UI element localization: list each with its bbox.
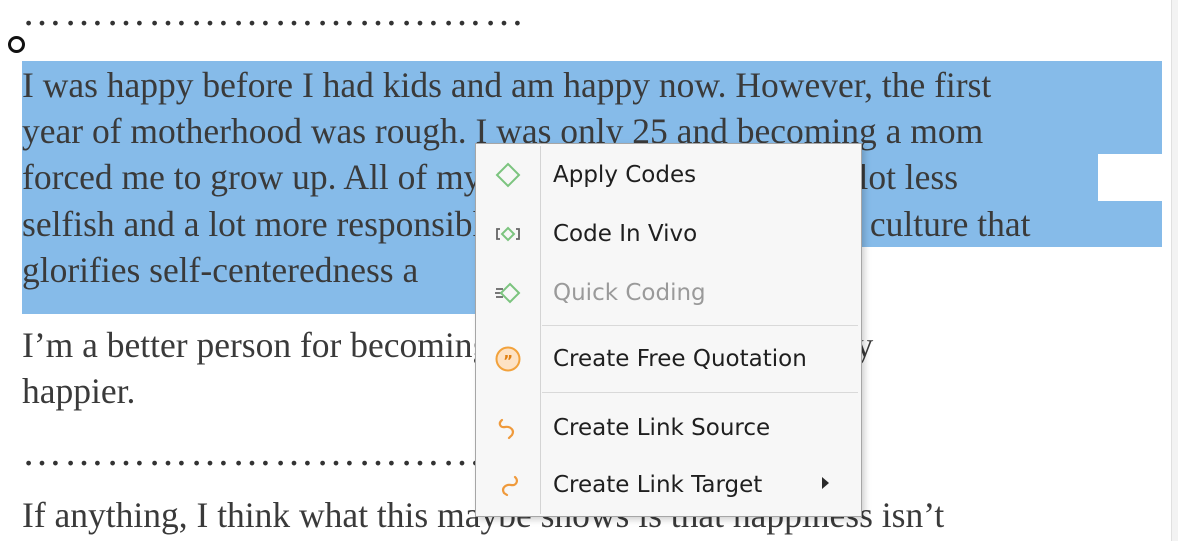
submenu-arrow-icon	[822, 477, 829, 489]
svg-text:”: ”	[503, 352, 513, 370]
paragraph2-line[interactable]: happier.	[22, 368, 135, 414]
menu-item-create-free-quotation[interactable]: ” Create Free Quotation	[476, 334, 861, 384]
quotation-marker-icon[interactable]	[8, 36, 25, 53]
menu-item-code-in-vivo[interactable]: Code In Vivo	[476, 209, 861, 259]
paragraph1-line[interactable]: I was happy before I had kids and am hap…	[22, 62, 991, 108]
menu-item-label: Quick Coding	[553, 280, 706, 306]
document-scrollbar-track[interactable]	[1172, 0, 1178, 541]
quick-coding-icon	[494, 279, 522, 307]
code-in-vivo-icon	[494, 220, 522, 248]
link-target-icon	[494, 471, 522, 499]
menu-item-label: Apply Codes	[553, 162, 697, 188]
menu-item-label: Create Free Quotation	[553, 346, 807, 372]
dotted-separator: ………………………………	[22, 0, 526, 34]
context-menu: Apply Codes Code In Vivo Quick Coding ”	[475, 143, 862, 517]
apply-codes-icon	[494, 161, 522, 189]
dotted-separator: ………………………………	[22, 429, 526, 474]
link-source-icon	[494, 414, 522, 442]
free-quotation-icon: ”	[494, 345, 522, 373]
menu-item-create-link-source[interactable]: Create Link Source	[476, 403, 861, 453]
menu-icon-gutter-divider	[540, 146, 541, 514]
menu-item-quick-coding[interactable]: Quick Coding	[476, 268, 861, 318]
menu-item-label: Create Link Target	[553, 472, 763, 498]
menu-item-label: Create Link Source	[553, 415, 771, 441]
menu-separator	[542, 325, 858, 326]
menu-separator	[542, 392, 858, 393]
menu-item-label: Code In Vivo	[553, 221, 698, 247]
paragraph1-line[interactable]: glorifies self-centeredness a	[22, 247, 418, 293]
menu-item-apply-codes[interactable]: Apply Codes	[476, 150, 861, 200]
menu-item-create-link-target[interactable]: Create Link Target	[476, 460, 861, 510]
